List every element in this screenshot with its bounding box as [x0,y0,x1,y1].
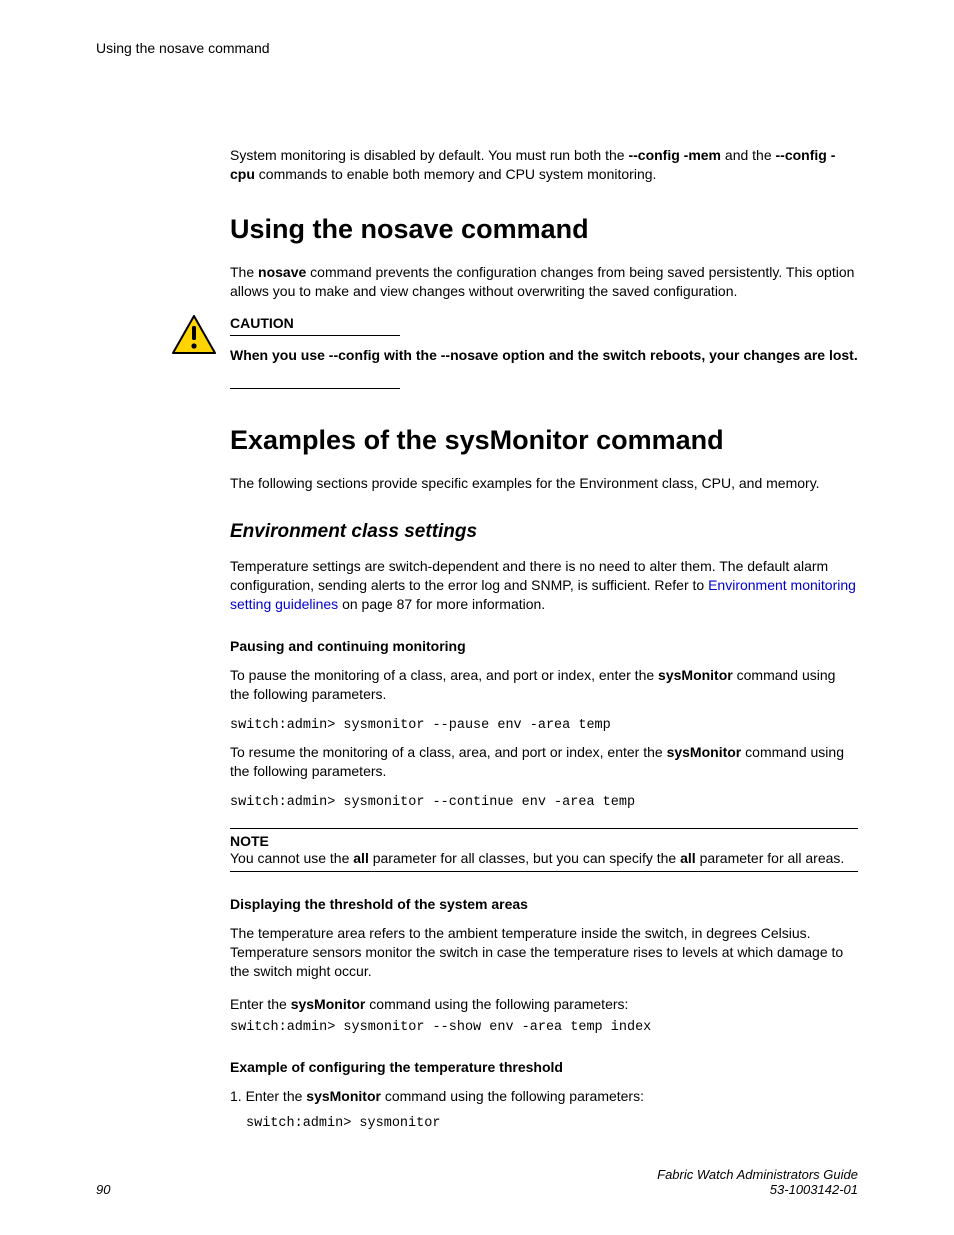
text: parameter for all areas. [696,850,845,866]
text: Enter the [230,996,291,1012]
footer-right: Fabric Watch Administrators Guide 53-100… [657,1167,858,1197]
text: commands to enable both memory and CPU s… [255,166,657,182]
intro-paragraph: System monitoring is disabled by default… [230,146,858,184]
divider [230,335,400,336]
caution-text: When you use --config with the --nosave … [230,346,858,365]
page-number: 90 [96,1182,110,1197]
paragraph: To resume the monitoring of a class, are… [230,743,858,781]
paragraph: The following sections provide specific … [230,474,858,493]
code-block: switch:admin> sysmonitor --pause env -ar… [230,718,858,733]
heading-nosave: Using the nosave command [230,214,858,245]
paragraph: Temperature settings are switch-dependen… [230,557,858,614]
doc-title: Fabric Watch Administrators Guide [657,1167,858,1182]
heading-examples: Examples of the sysMonitor command [230,425,858,456]
text: You cannot use the [230,850,353,866]
code-block: switch:admin> sysmonitor [246,1116,858,1131]
caution-label: CAUTION [230,315,294,333]
text: parameter for all classes, but you can s… [369,850,680,866]
doc-id: 53-1003142-01 [657,1182,858,1197]
caution-block: CAUTION When you use --config with the -… [172,315,858,390]
text: System monitoring is disabled by default… [230,147,628,163]
text: command using the following parameters: [365,996,628,1012]
command-name: sysMonitor [658,667,733,683]
command-name: sysMonitor [306,1088,381,1104]
heading-threshold: Displaying the threshold of the system a… [230,896,858,912]
page-footer: 90 Fabric Watch Administrators Guide 53-… [96,1167,858,1197]
paragraph: The nosave command prevents the configur… [230,263,858,301]
code-block: switch:admin> sysmonitor --continue env … [230,795,858,810]
page: Using the nosave command System monitori… [0,0,954,1235]
command-name: sysMonitor [667,744,742,760]
heading-config-temp: Example of configuring the temperature t… [230,1059,858,1075]
paragraph: To pause the monitoring of a class, area… [230,666,858,704]
text: Enter the [242,1088,307,1104]
text: command prevents the configuration chang… [230,264,854,299]
divider [230,828,858,829]
text: on page 87 for more information. [338,596,545,612]
text: The [230,264,258,280]
text: and the [721,147,776,163]
code-flag: --config -mem [628,147,721,163]
keyword: all [353,850,369,866]
command-name: nosave [258,264,306,280]
text: To pause the monitoring of a class, area… [230,667,658,683]
text: command using the following parameters: [381,1088,644,1104]
divider [230,871,858,872]
paragraph: Enter the sysMonitor command using the f… [230,995,858,1014]
note-text: You cannot use the all parameter for all… [230,849,858,868]
note-label: NOTE [230,833,858,849]
command-name: sysMonitor [291,996,366,1012]
heading-environment-settings: Environment class settings [230,521,858,543]
caution-triangle-icon [172,315,216,355]
running-header: Using the nosave command [96,40,858,56]
content-column: System monitoring is disabled by default… [230,146,858,1131]
keyword: all [680,850,696,866]
text: To resume the monitoring of a class, are… [230,744,667,760]
list-item: 1. Enter the sysMonitor command using th… [230,1087,858,1106]
paragraph: The temperature area refers to the ambie… [230,924,858,981]
list-number: 1. [230,1088,242,1104]
code-block: switch:admin> sysmonitor --show env -are… [230,1020,858,1035]
divider [230,388,400,389]
heading-pausing: Pausing and continuing monitoring [230,638,858,654]
